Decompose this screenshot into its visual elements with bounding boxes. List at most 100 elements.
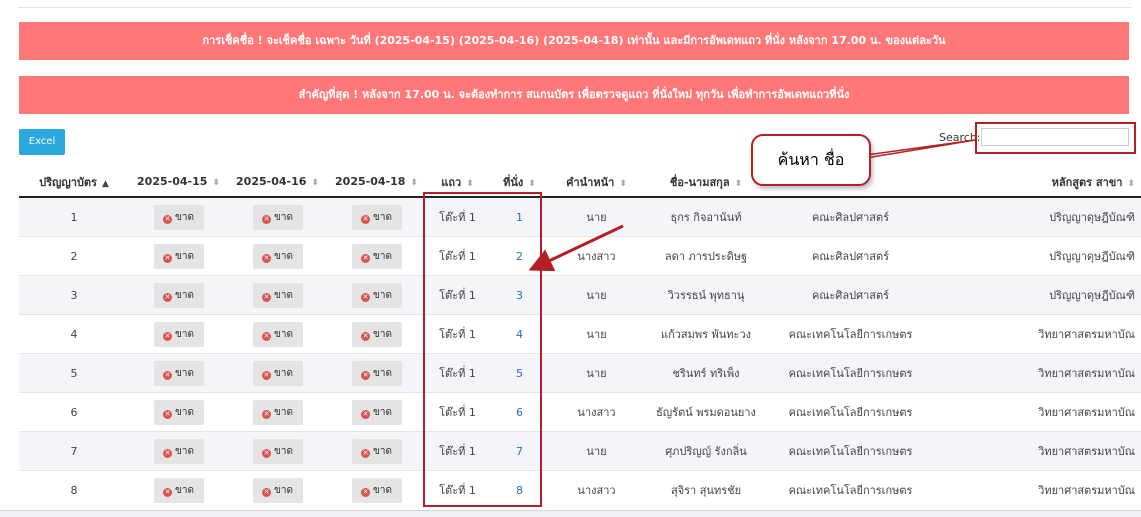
absent-button[interactable]: ✕ ขาด (252, 399, 303, 425)
absent-button[interactable]: ✕ ขาด (153, 399, 204, 425)
top-divider (18, 7, 1131, 8)
cell-faculty: คณะเทคโนโลยีการเกษตร (769, 431, 932, 471)
col-header-date-3[interactable]: 2025-04-18 ⬍ (327, 167, 426, 198)
absent-button[interactable]: ✕ ขาด (252, 282, 303, 308)
cell-faculty: คณะเทคโนโลยีการเกษตร (769, 353, 932, 393)
absent-button[interactable]: ✕ ขาด (351, 243, 402, 269)
absent-label: ขาด (274, 406, 293, 418)
absent-button[interactable]: ✕ ขาด (252, 360, 303, 386)
cell-program: ปริญญาดุษฎีบัณฑิ (932, 196, 1141, 237)
sort-both-icon: ⬍ (528, 178, 536, 189)
cell-attendance: ✕ ขาด (228, 275, 327, 315)
col-header-prefix[interactable]: คำนำหน้า ⬍ (550, 167, 643, 198)
absent-button[interactable]: ✕ ขาด (252, 438, 303, 464)
cell-attendance: ✕ ขาด (129, 353, 228, 393)
absent-button[interactable]: ✕ ขาด (351, 360, 402, 386)
absent-label: ขาด (274, 328, 293, 340)
cell-attendance: ✕ ขาด (327, 470, 426, 509)
absent-button[interactable]: ✕ ขาด (153, 477, 204, 503)
close-circle-icon: ✕ (163, 448, 173, 458)
cell-prefix: นาย (550, 314, 643, 354)
close-circle-icon: ✕ (262, 448, 272, 458)
close-circle-icon: ✕ (163, 487, 173, 497)
absent-button[interactable]: ✕ ขาด (351, 399, 402, 425)
table-row: 4 ✕ ขาด ✕ ขาด ✕ ขาด โต๊ะที่ 1 4 นาย แก้วสมพร พันทะ… (19, 314, 1141, 354)
cell-prefix: นางสาว (550, 236, 643, 276)
cell-program: วิทยาศาสตรมหาบัณ (932, 353, 1141, 393)
absent-button[interactable]: ✕ ขาด (351, 477, 402, 503)
absent-button[interactable]: ✕ ขาด (153, 360, 204, 386)
sort-both-icon: ⬍ (410, 178, 418, 188)
cell-prefix: นาย (550, 196, 643, 237)
excel-export-button[interactable]: Excel (19, 129, 65, 155)
cell-attendance: ✕ ขาด (327, 431, 426, 471)
cell-program: วิทยาศาสตรมหาบัณ (932, 314, 1141, 354)
absent-button[interactable]: ✕ ขาด (351, 282, 402, 308)
absent-button[interactable]: ✕ ขาด (153, 243, 204, 269)
sort-both-icon: ⬍ (212, 178, 220, 188)
cell-attendance: ✕ ขาด (228, 314, 327, 354)
absent-label: ขาด (175, 445, 194, 457)
alert-checkin-notice: การเช็คชื่อ ! จะเช็คชื่อ เฉพาะ วันที่ (2… (19, 22, 1129, 60)
close-circle-icon: ✕ (361, 409, 371, 419)
close-circle-icon: ✕ (163, 292, 173, 302)
absent-button[interactable]: ✕ ขาด (351, 438, 402, 464)
absent-label: ขาด (175, 484, 194, 496)
cell-program: ปริญญาดุษฎีบัณฑิ (932, 275, 1141, 315)
table-row: 5 ✕ ขาด ✕ ขาด ✕ ขาด โต๊ะที่ 1 5 นาย ชรินทร์ ทริเพ็… (19, 353, 1141, 393)
cell-attendance: ✕ ขาด (129, 236, 228, 276)
cell-degree-no: 3 (19, 275, 129, 315)
cell-attendance: ✕ ขาด (327, 314, 426, 354)
col-header-program[interactable]: หลักสูตร สาขา ⬍ (932, 167, 1141, 198)
absent-button[interactable]: ✕ ขาด (252, 243, 303, 269)
absent-label: ขาด (175, 367, 194, 379)
cell-attendance: ✕ ขาด (327, 236, 426, 276)
absent-button[interactable]: ✕ ขาด (153, 204, 204, 230)
close-circle-icon: ✕ (262, 292, 272, 302)
close-circle-icon: ✕ (262, 253, 272, 263)
cell-faculty: คณะศิลปศาสตร์ (769, 236, 932, 276)
graduates-table: ปริญญาบัตร ▲ 2025-04-15 ⬍ 2025-04-16 ⬍ 2025… (19, 167, 1141, 509)
absent-button[interactable]: ✕ ขาด (153, 321, 204, 347)
cell-program: วิทยาศาสตรมหาบัณ (932, 470, 1141, 509)
absent-button[interactable]: ✕ ขาด (351, 204, 402, 230)
close-circle-icon: ✕ (361, 292, 371, 302)
sort-both-icon: ⬍ (1127, 178, 1135, 189)
close-circle-icon: ✕ (163, 409, 173, 419)
cell-program: ปริญญาดุษฎีบัณฑิ (932, 236, 1141, 276)
col-header-degree[interactable]: ปริญญาบัตร ▲ (19, 167, 129, 198)
absent-button[interactable]: ✕ ขาด (351, 321, 402, 347)
cell-attendance: ✕ ขาด (129, 392, 228, 432)
absent-label: ขาด (373, 250, 392, 262)
close-circle-icon: ✕ (163, 214, 173, 224)
cell-name: ลดา ภารประดิษฐ (643, 236, 769, 276)
close-circle-icon: ✕ (262, 370, 272, 380)
cell-name: ธุกร กิจอานันท์ (643, 196, 769, 237)
absent-button[interactable]: ✕ ขาด (252, 477, 303, 503)
table-row: 6 ✕ ขาด ✕ ขาด ✕ ขาด โต๊ะที่ 1 6 นางสาว ธัญรัตน์ พร… (19, 392, 1141, 432)
absent-label: ขาด (175, 211, 194, 223)
sort-both-icon: ⬍ (734, 178, 743, 189)
cell-faculty: คณะเทคโนโลยีการเกษตร (769, 314, 932, 354)
cell-name: ศุภปริญญ์ รังกลิ่น (643, 431, 769, 471)
col-header-date-2[interactable]: 2025-04-16 ⬍ (228, 167, 327, 198)
cell-attendance: ✕ ขาด (327, 275, 426, 315)
close-circle-icon: ✕ (361, 214, 371, 224)
close-circle-icon: ✕ (163, 370, 173, 380)
absent-button[interactable]: ✕ ขาด (153, 282, 204, 308)
col-header-date-1[interactable]: 2025-04-15 ⬍ (129, 167, 228, 198)
close-circle-icon: ✕ (163, 331, 173, 341)
cell-degree-no: 6 (19, 392, 129, 432)
cell-attendance: ✕ ขาด (129, 196, 228, 237)
cell-degree-no: 5 (19, 353, 129, 393)
absent-label: ขาด (274, 250, 293, 262)
absent-label: ขาด (274, 484, 293, 496)
cell-name: แก้วสมพร พันทะวง (643, 314, 769, 354)
absent-label: ขาด (274, 445, 293, 457)
absent-button[interactable]: ✕ ขาด (252, 204, 303, 230)
close-circle-icon: ✕ (262, 331, 272, 341)
cell-faculty: คณะเทคโนโลยีการเกษตร (769, 392, 932, 432)
absent-button[interactable]: ✕ ขาด (252, 321, 303, 347)
absent-button[interactable]: ✕ ขาด (153, 438, 204, 464)
absent-label: ขาด (274, 289, 293, 301)
